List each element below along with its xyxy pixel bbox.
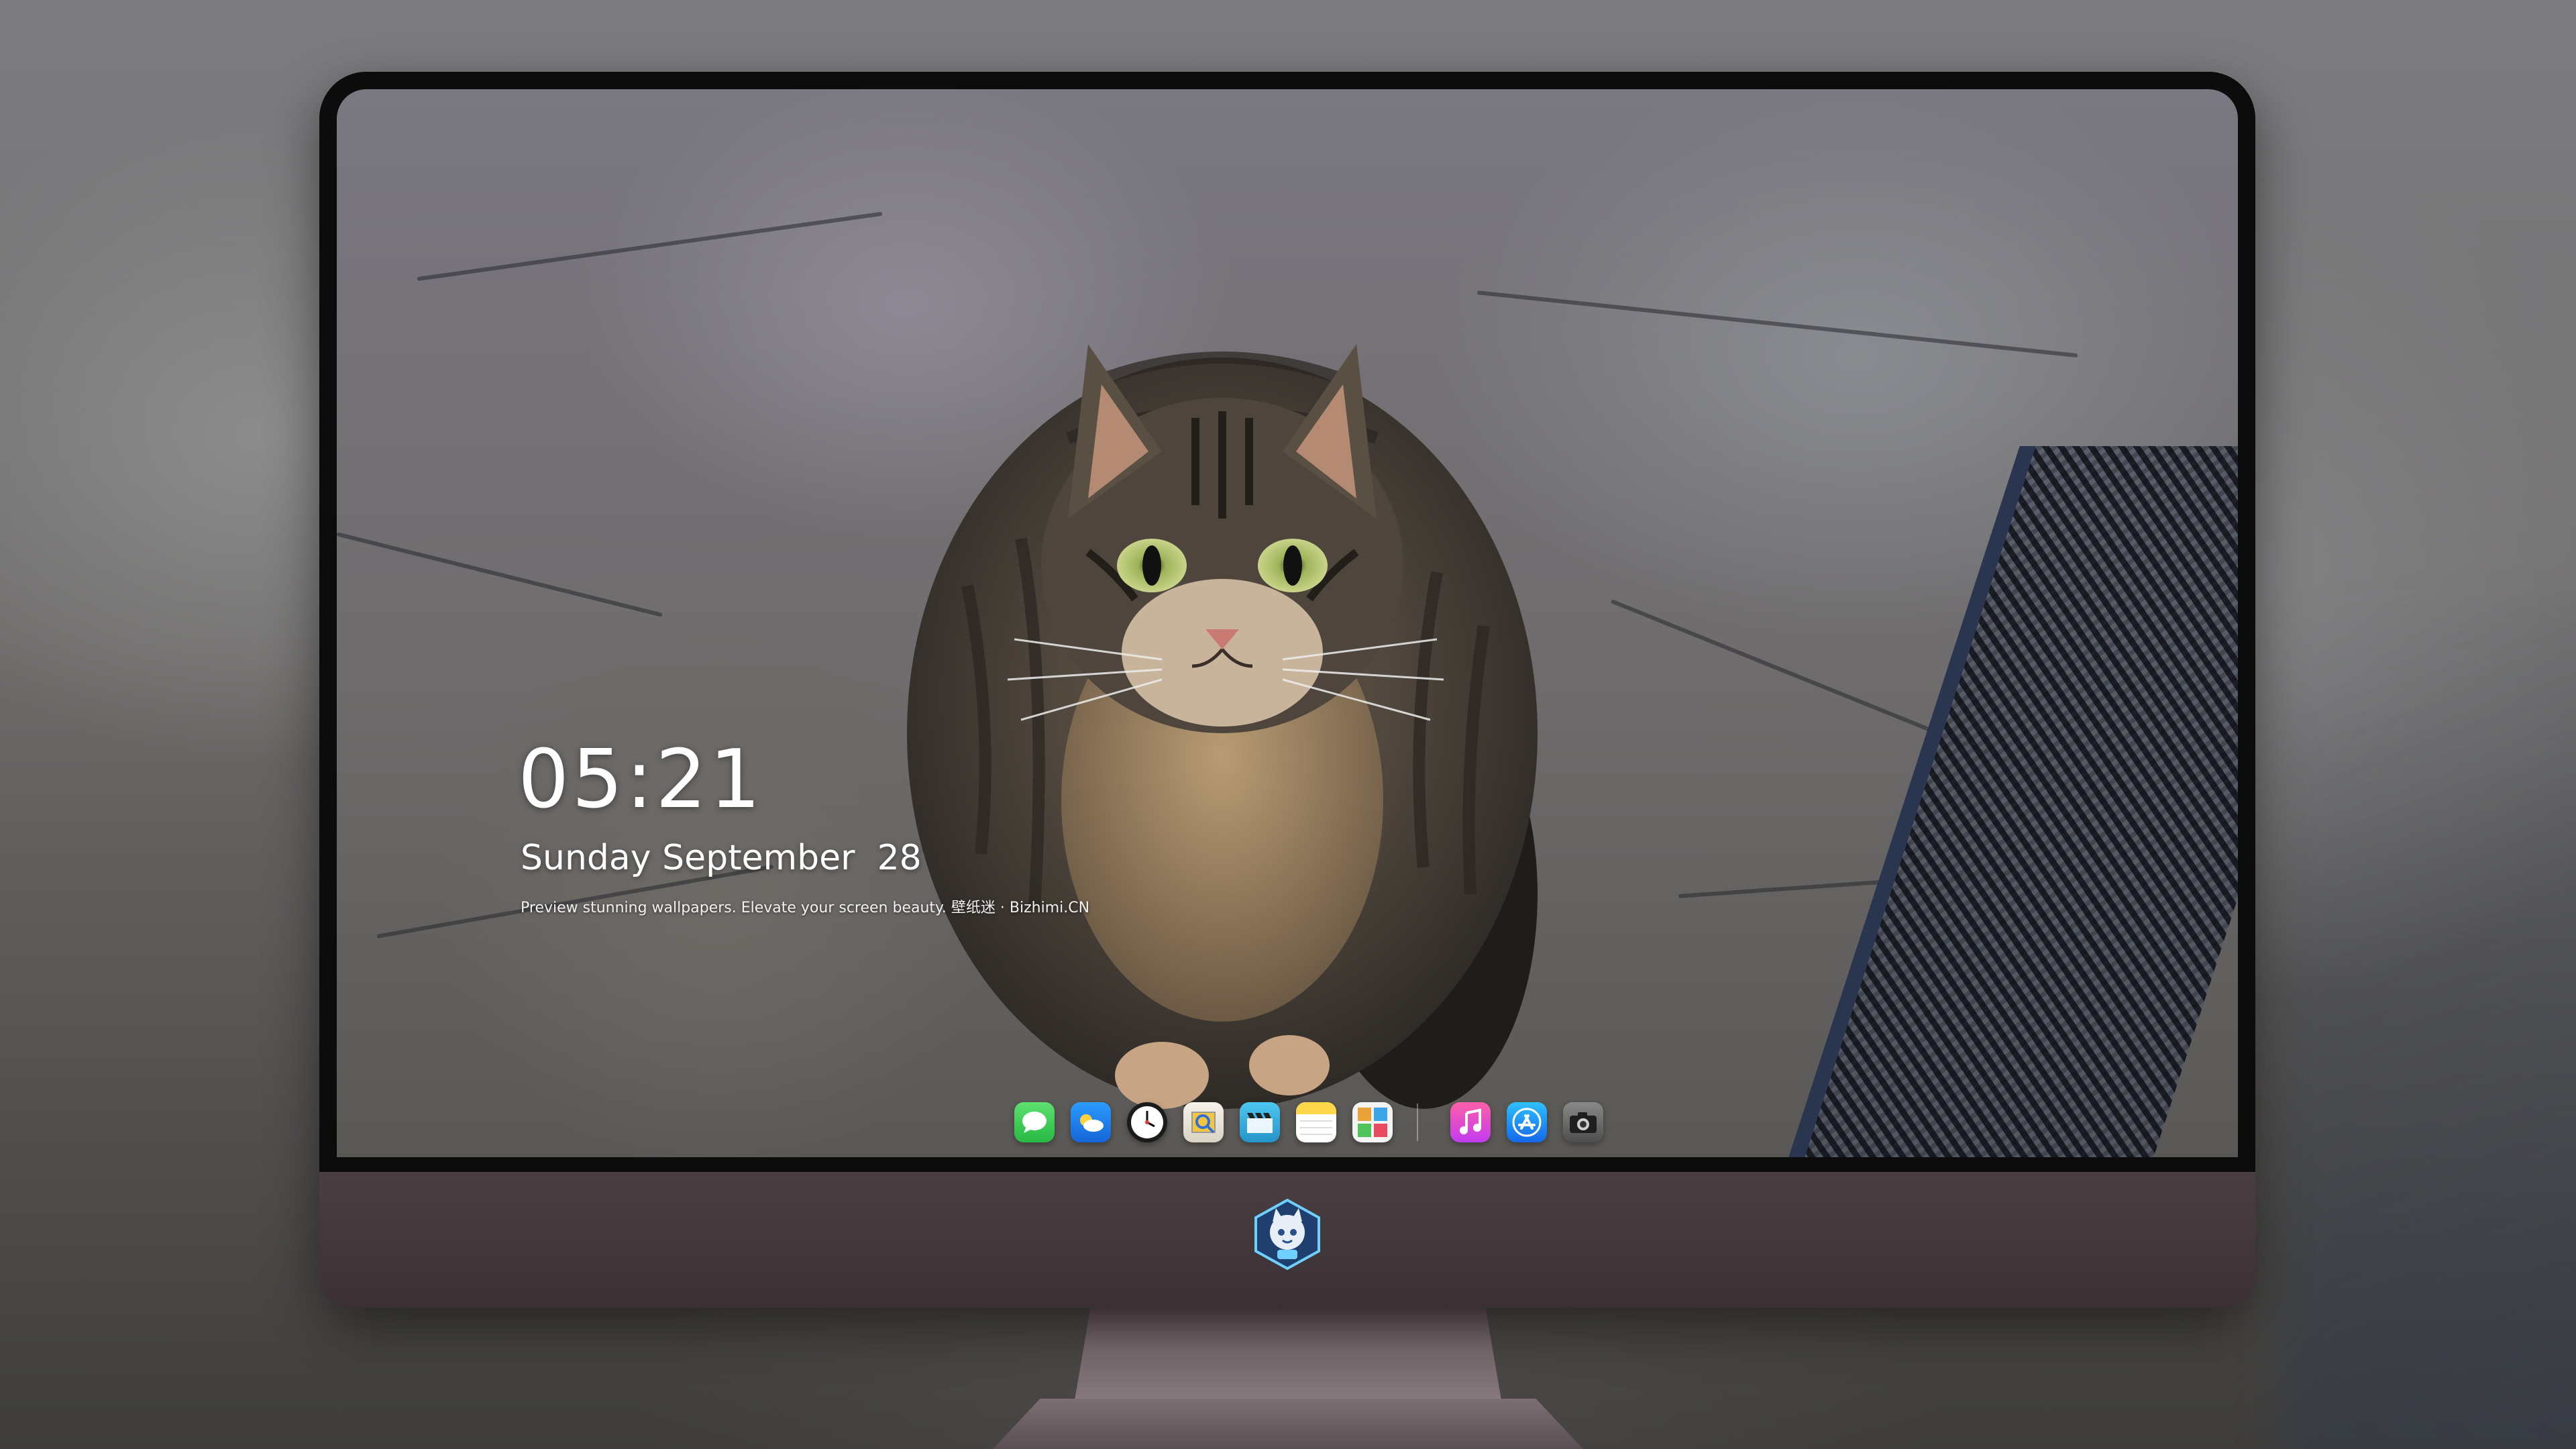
pavement-crack (417, 211, 883, 281)
metal-grate (1780, 446, 2238, 1157)
app-store-icon[interactable] (1507, 1102, 1547, 1142)
clips-icon[interactable] (1240, 1102, 1280, 1142)
screen: 05:21 Sunday September 28 Preview stunni… (337, 89, 2238, 1157)
notes-icon[interactable] (1296, 1102, 1336, 1142)
messages-icon[interactable] (1014, 1102, 1055, 1142)
wallpaper-tagline: Preview stunning wallpapers. Elevate you… (521, 900, 1090, 916)
dock-separator (1417, 1104, 1418, 1141)
music-icon[interactable] (1450, 1102, 1491, 1142)
pavement-crack (337, 532, 663, 617)
blurred-background: 05:21 Sunday September 28 Preview stunni… (0, 0, 2576, 1449)
background-blur-grate (2281, 604, 2576, 1449)
lock-screen-date: Sunday September 28 (521, 838, 922, 878)
camera-icon[interactable] (1563, 1102, 1603, 1142)
cat-image (907, 344, 1538, 1109)
mascot-logo-icon (1254, 1199, 1320, 1270)
lock-screen-time: 05:21 (518, 733, 763, 826)
monitor-stand-neck (1073, 1307, 1503, 1408)
monitor: 05:21 Sunday September 28 Preview stunni… (319, 72, 2255, 1307)
monitor-stand-base (993, 1399, 1583, 1449)
dock (337, 1095, 2238, 1156)
preview-icon[interactable] (1183, 1102, 1224, 1142)
clock-icon[interactable] (1127, 1102, 1167, 1142)
weather-icon[interactable] (1071, 1102, 1111, 1142)
photo-booth-icon[interactable] (1352, 1102, 1393, 1142)
